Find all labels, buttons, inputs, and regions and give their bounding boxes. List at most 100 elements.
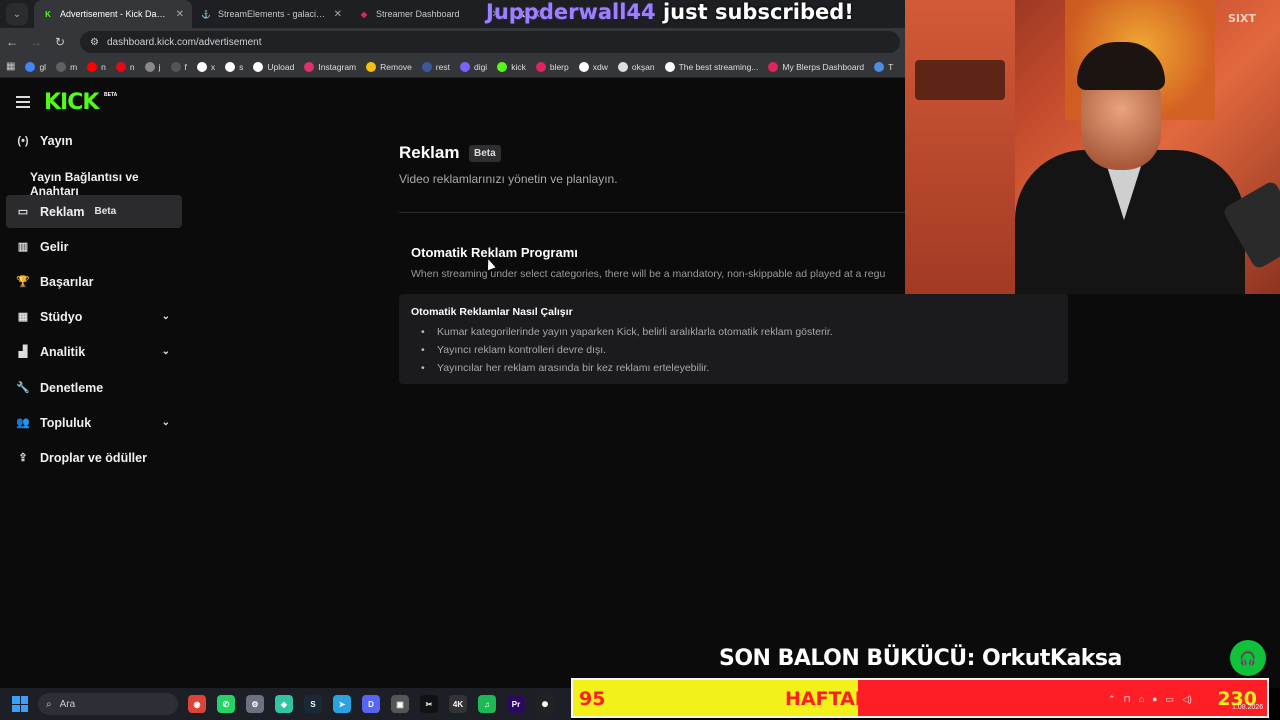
- bookmark-item[interactable]: blerp: [535, 61, 569, 72]
- bookmark-favicon-icon: [874, 61, 885, 72]
- bookmark-favicon-icon: [617, 61, 628, 72]
- address-bar[interactable]: ⚙ dashboard.kick.com/advertisement: [80, 31, 900, 53]
- tab-title: Streamer Dashboard: [376, 9, 460, 19]
- bookmark-item[interactable]: kick: [497, 61, 526, 72]
- back-icon[interactable]: ←: [0, 35, 24, 49]
- last-cheer-ticker: SON BALON BÜKÜCÜ: OrkutKaksa: [719, 646, 1122, 671]
- windows-taskbar: ⌕ Ara ◉ ✆ ⚙ ◆ S ➤ D ▣ ✂ 4K ♫ Pr ✺: [0, 688, 571, 720]
- sidebar-item[interactable]: 🔧 Denetleme: [6, 371, 182, 404]
- bookmark-item[interactable]: Instagram: [304, 61, 356, 72]
- bookmark-favicon-icon: [170, 61, 181, 72]
- bookmark-item[interactable]: n: [87, 61, 106, 72]
- capcut-icon[interactable]: ✂: [420, 695, 438, 713]
- mic-icon[interactable]: ●: [1152, 694, 1157, 705]
- bookmark-item[interactable]: m: [56, 61, 77, 72]
- bookmark-item[interactable]: Remove: [366, 61, 412, 72]
- forward-icon[interactable]: →: [24, 35, 48, 49]
- discord-icon[interactable]: D: [362, 695, 380, 713]
- how-it-works-panel: Otomatik Reklamlar Nasıl Çalışır Kumar k…: [399, 294, 1068, 384]
- sidebar-item-label: Yayın: [40, 133, 73, 148]
- streamer-dashboard-icon: ◆: [360, 9, 368, 19]
- bookmark-item[interactable]: s: [225, 61, 243, 72]
- spotify-icon[interactable]: ♫: [478, 695, 496, 713]
- bookmark-favicon-icon: [225, 61, 236, 72]
- reload-icon[interactable]: ↻: [48, 35, 72, 49]
- bookmark-item[interactable]: T: [874, 61, 894, 72]
- menu-icon[interactable]: [16, 96, 30, 108]
- bookmark-favicon-icon: [304, 61, 315, 72]
- bookmark-item[interactable]: The best streaming...: [664, 61, 758, 72]
- chevron-down-icon[interactable]: ⌄: [162, 417, 170, 428]
- bookmark-item[interactable]: xdw: [578, 61, 608, 72]
- section-title: Otomatik Reklam Programı: [411, 245, 578, 260]
- streamelements-icon: ⚓: [201, 9, 211, 19]
- whatsapp-icon[interactable]: ✆: [217, 695, 235, 713]
- list-item: Kumar kategorilerinde yayın yaparken Kic…: [421, 323, 833, 341]
- bookmark-item[interactable]: rest: [421, 61, 450, 72]
- sidebar-subitem-stream-key[interactable]: Yayın Bağlantısı ve Anahtarı: [30, 170, 190, 198]
- bookmark-label: j: [158, 61, 161, 72]
- telegram-icon[interactable]: ➤: [333, 695, 351, 713]
- volume-icon[interactable]: ◁): [1182, 694, 1192, 705]
- bookmark-item[interactable]: j: [144, 61, 161, 72]
- bookmark-favicon-icon: [497, 61, 508, 72]
- apps-grid-icon[interactable]: ▦: [6, 61, 15, 72]
- display-icon[interactable]: ▭: [1165, 694, 1174, 705]
- sidebar-item-label: Denetleme: [40, 380, 104, 395]
- bookmark-label: T: [888, 61, 894, 72]
- chevron-down-icon[interactable]: ⌄: [162, 311, 170, 322]
- close-icon[interactable]: ✕: [176, 9, 184, 20]
- sidebar-item[interactable]: 👥 Topluluk ⌄: [6, 406, 182, 439]
- sidebar-item[interactable]: ⇪ Droplar ve ödüller: [6, 441, 182, 474]
- sidebar-item-label: Droplar ve ödüller: [40, 450, 147, 465]
- bookmark-item[interactable]: f: [170, 61, 187, 72]
- bookmark-item[interactable]: x: [196, 61, 215, 72]
- bookmark-label: f: [184, 61, 187, 72]
- sidebar-item[interactable]: ▦ Stüdyo ⌄: [6, 300, 182, 333]
- settings-icon[interactable]: ⚙: [246, 695, 264, 713]
- browser-tab[interactable]: K Advertisement - Kick Dashboard ✕: [34, 0, 192, 28]
- bookmark-item[interactable]: My Blerps Dashboard: [768, 61, 865, 72]
- windows-start-icon[interactable]: [12, 696, 28, 712]
- sidebar-item-label: Analitik: [40, 344, 86, 359]
- cam-background: [905, 0, 1015, 294]
- network-icon[interactable]: ⌂: [1139, 694, 1144, 705]
- bookmark-item[interactable]: digi: [459, 61, 487, 72]
- bookmark-item[interactable]: gl: [25, 61, 46, 72]
- bookmark-label: n: [101, 61, 106, 72]
- app-icon[interactable]: ▣: [391, 695, 409, 713]
- chatgpt-icon[interactable]: ✺: [536, 695, 554, 713]
- bookmark-item[interactable]: Upload: [253, 61, 294, 72]
- bookmark-label: My Blerps Dashboard: [782, 61, 865, 72]
- bookmark-favicon-icon: [459, 61, 470, 72]
- analytics-icon: ▟: [18, 346, 28, 358]
- sidebar-item[interactable]: ▥ Gelir: [6, 230, 182, 263]
- usb-icon[interactable]: ⊓: [1124, 694, 1131, 705]
- sidebar-item[interactable]: ▟ Analitik ⌄: [6, 335, 182, 368]
- headset-icon: 🎧: [1230, 640, 1266, 676]
- bookmark-favicon-icon: [664, 61, 675, 72]
- chevron-down-icon[interactable]: ⌄: [162, 346, 170, 357]
- browser-tab[interactable]: ◆ Streamer Dashboard ✕: [350, 0, 508, 28]
- 4k-icon[interactable]: 4K: [449, 695, 467, 713]
- bookmark-item[interactable]: okşan: [617, 61, 655, 72]
- close-icon[interactable]: ✕: [334, 9, 342, 20]
- bookmark-item[interactable]: n: [115, 61, 135, 72]
- chrome-icon[interactable]: ◉: [188, 695, 206, 713]
- bookmark-label: Remove: [380, 61, 412, 72]
- steam-icon[interactable]: S: [304, 695, 322, 713]
- subscribe-alert: Juppderwall44 just subscribed!: [486, 0, 854, 24]
- kick-logo[interactable]: KICK: [44, 90, 99, 115]
- tab-search-button[interactable]: ⌄: [6, 3, 28, 25]
- streamlabs-icon[interactable]: ◆: [275, 695, 293, 713]
- bookmark-label: kick: [511, 61, 526, 72]
- sidebar-item[interactable]: (•) Yayın: [6, 124, 182, 157]
- chevron-up-icon[interactable]: ⌃: [1108, 694, 1116, 705]
- sidebar-item[interactable]: 🏆 Başarılar: [6, 265, 182, 298]
- site-info-icon[interactable]: ⚙: [90, 37, 99, 48]
- sidebar-item[interactable]: ▭ Reklam Beta: [6, 195, 182, 228]
- premiere-icon[interactable]: Pr: [507, 695, 525, 713]
- revenue-icon: ▥: [17, 241, 29, 253]
- browser-tab[interactable]: ⚓ StreamElements - galacimbom ✕: [192, 0, 350, 28]
- taskbar-search[interactable]: ⌕ Ara: [38, 693, 178, 715]
